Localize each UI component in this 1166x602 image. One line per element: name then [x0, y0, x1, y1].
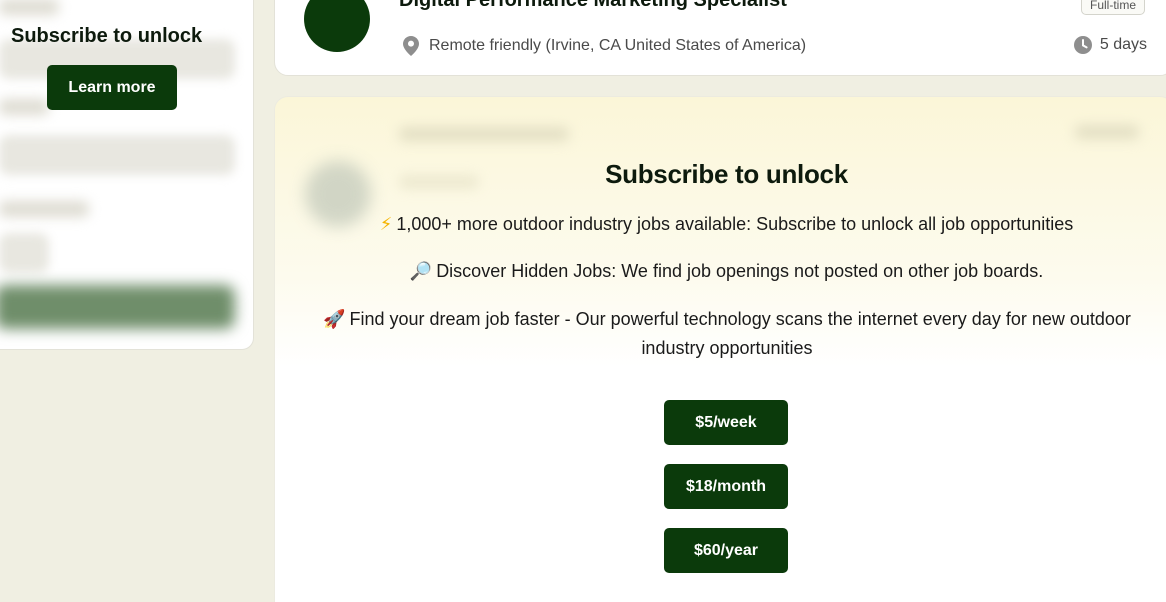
paywall-benefit-faster: 🚀 Find your dream job faster - Our powerf… [299, 305, 1155, 362]
job-location-text: Remote friendly (Irvine, CA United State… [429, 37, 807, 54]
paywall-title: Subscribe to unlock [605, 159, 848, 189]
job-card[interactable]: Digital Performance Marketing Specialist… [274, 0, 1166, 76]
paywall-benefit-hidden-jobs: 🔎 Discover Hidden Jobs: We find job openi… [275, 257, 1166, 286]
lightning-icon: ⚡ [379, 214, 393, 235]
location-pin-icon [403, 36, 419, 56]
clock-icon [1073, 36, 1092, 54]
price-weekly-button[interactable]: $5/week [664, 400, 788, 445]
job-type-badge: Full-time [1080, 0, 1145, 15]
subscribe-paywall: Subscribe to unlock ⚡ 1,000+ more outdoor… [274, 96, 1166, 602]
blurred-filter-field [0, 135, 235, 175]
job-posted-age-text: 5 days [1099, 36, 1147, 53]
magnifier-icon: 🔎 [409, 261, 433, 282]
paywall-benefit-jobs: ⚡ 1,000+ more outdoor industry jobs avail… [275, 210, 1166, 239]
filter-sidebar: Subscribe to unlock Learn more [0, 0, 254, 350]
paywall-benefit-text: Find your dream job faster - Our powerfu… [349, 309, 1131, 358]
rocket-icon: 🚀 [323, 309, 346, 330]
blurred-job-badge [1075, 125, 1139, 139]
blurred-job-title [399, 127, 569, 141]
blurred-filter-label [0, 99, 49, 115]
job-title[interactable]: Digital Performance Marketing Specialist [399, 0, 787, 12]
blurred-filter-label [0, 201, 89, 217]
paywall-benefit-text: Discover Hidden Jobs: We find job openin… [436, 261, 1044, 281]
company-logo [304, 0, 370, 52]
price-yearly-button[interactable]: $60/year [664, 528, 788, 573]
sidebar-subscribe-title: Subscribe to unlock [11, 25, 203, 47]
blurred-apply-button [0, 285, 235, 329]
paywall-benefit-text: 1,000+ more outdoor industry jobs availa… [396, 214, 1074, 234]
blurred-filter-label [0, 0, 59, 15]
job-posted-age: 5 days [1073, 36, 1147, 54]
learn-more-button[interactable]: Learn more [47, 65, 177, 110]
price-monthly-button[interactable]: $18/month [664, 464, 788, 509]
blurred-filter-checkbox [0, 233, 49, 273]
job-location: Remote friendly (Irvine, CA United State… [403, 36, 806, 56]
